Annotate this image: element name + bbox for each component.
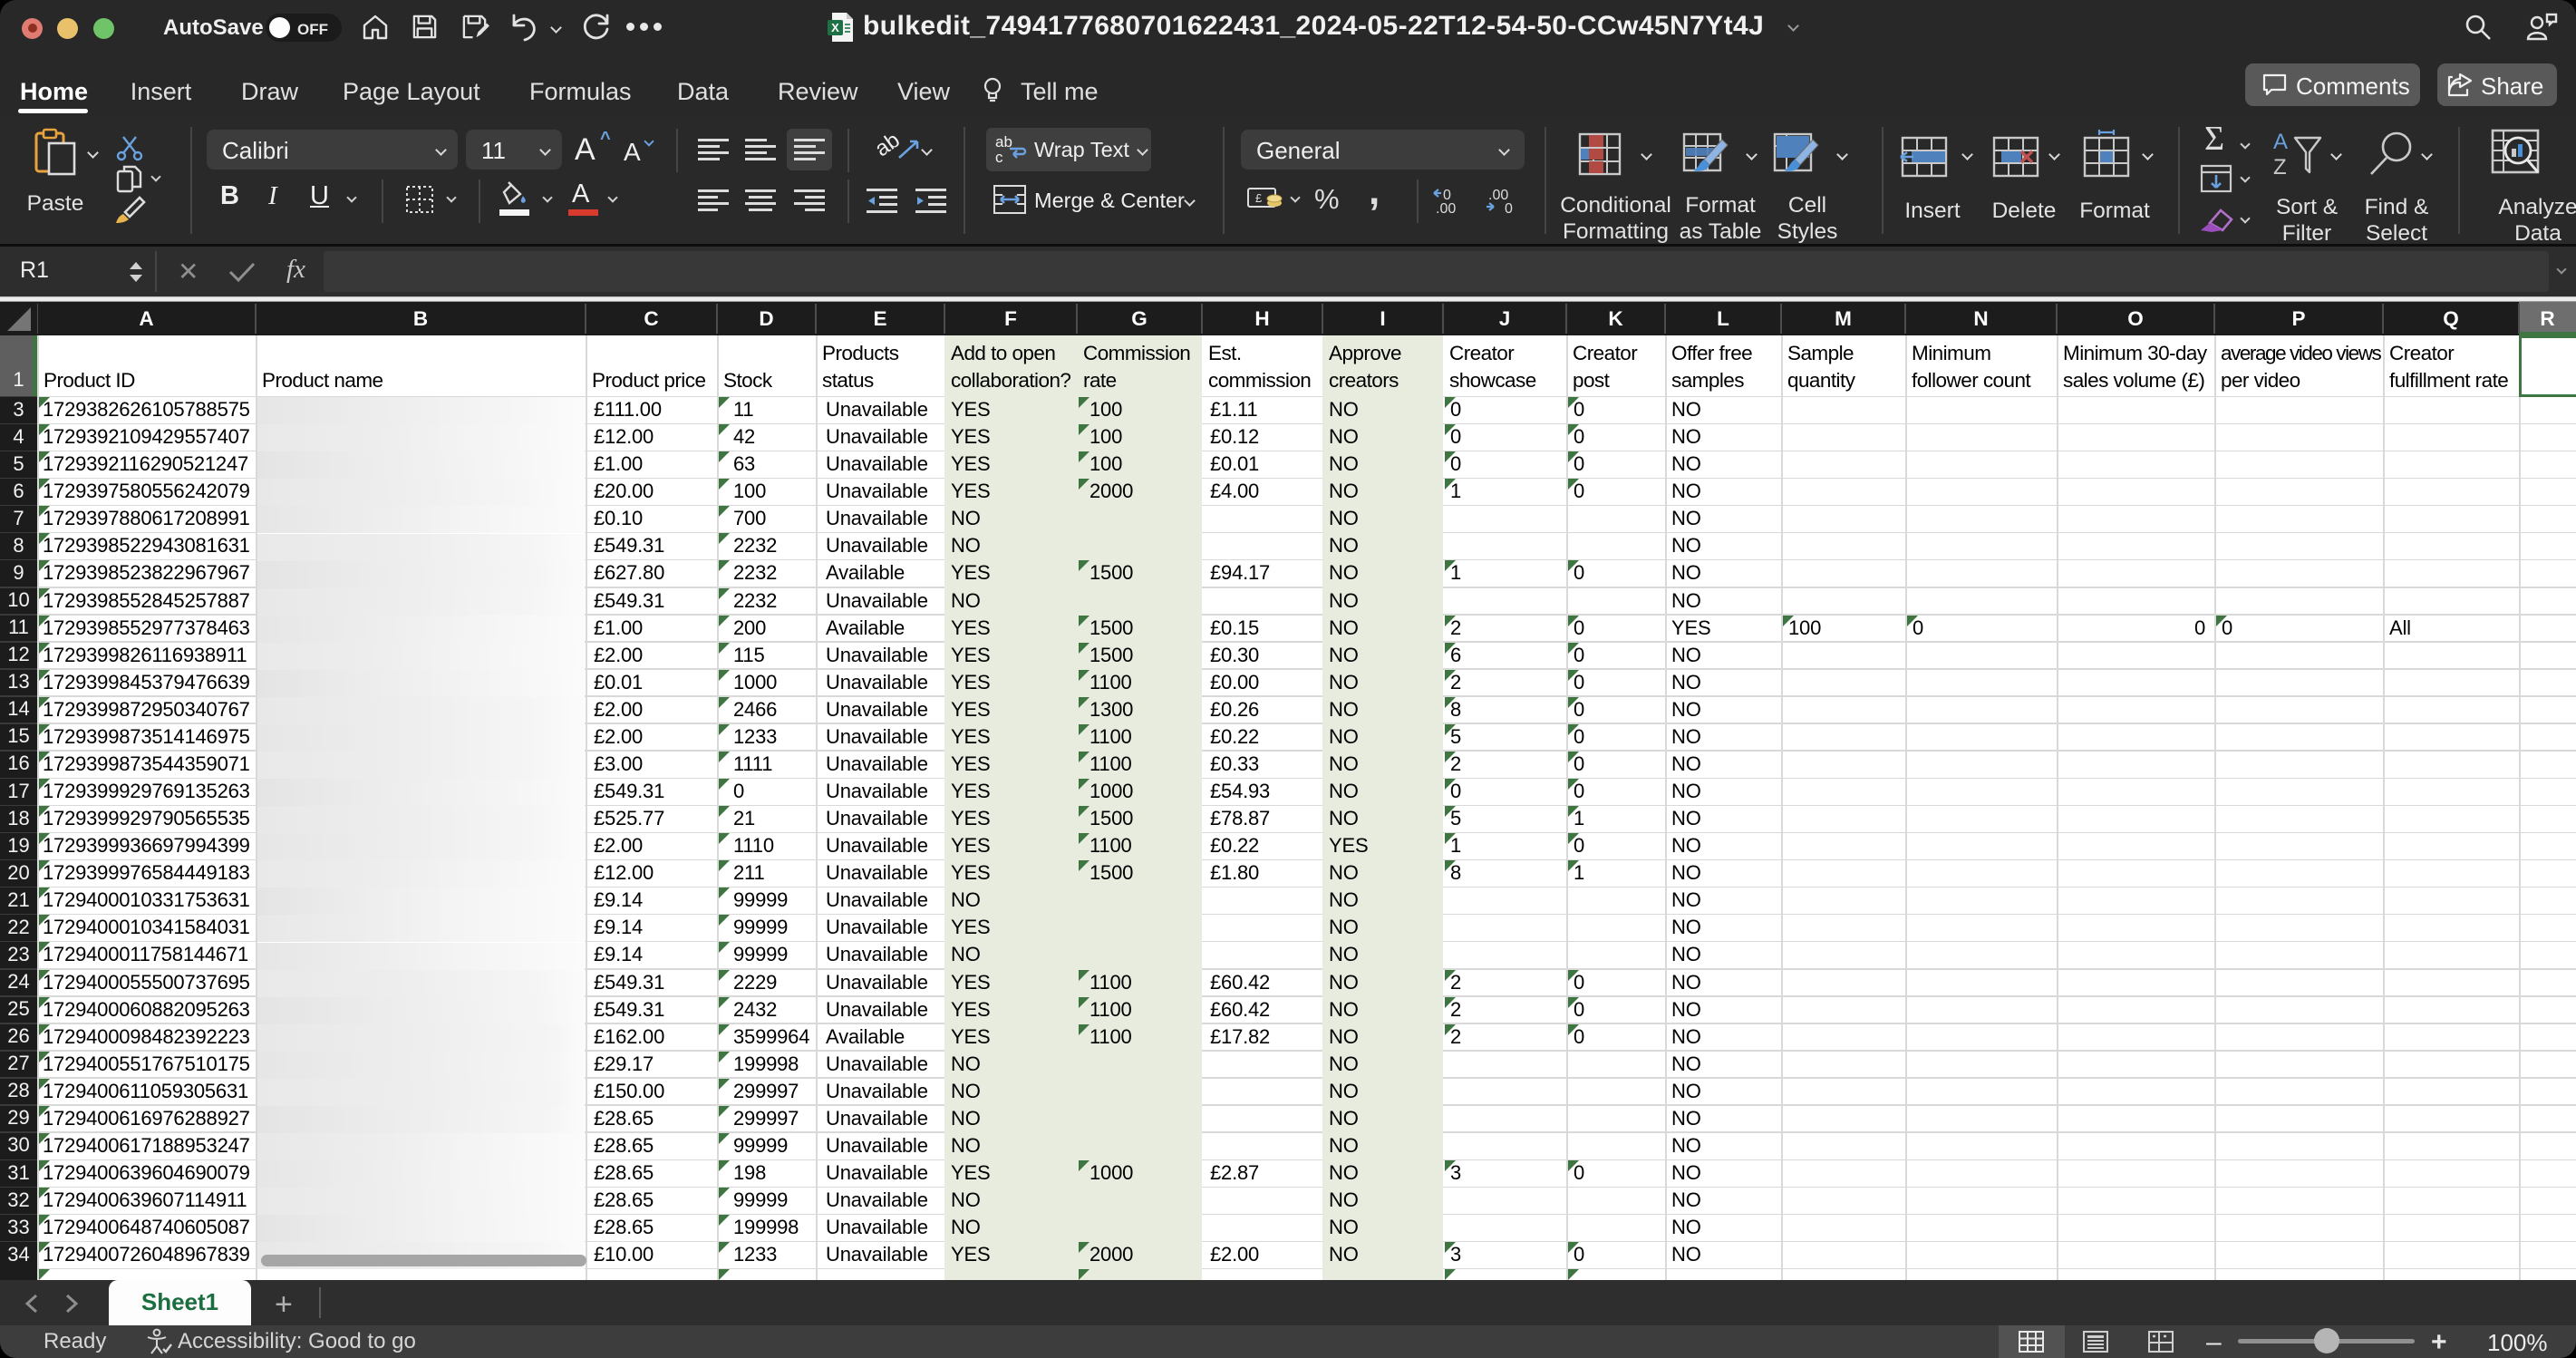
svg-text:A: A: [2273, 130, 2288, 154]
svg-text:X: X: [831, 21, 839, 34]
svg-text:0: 0: [1505, 201, 1513, 217]
svg-text:£: £: [1255, 191, 1263, 205]
svg-text:Z: Z: [2273, 155, 2287, 179]
svg-text:.00: .00: [1436, 201, 1456, 217]
